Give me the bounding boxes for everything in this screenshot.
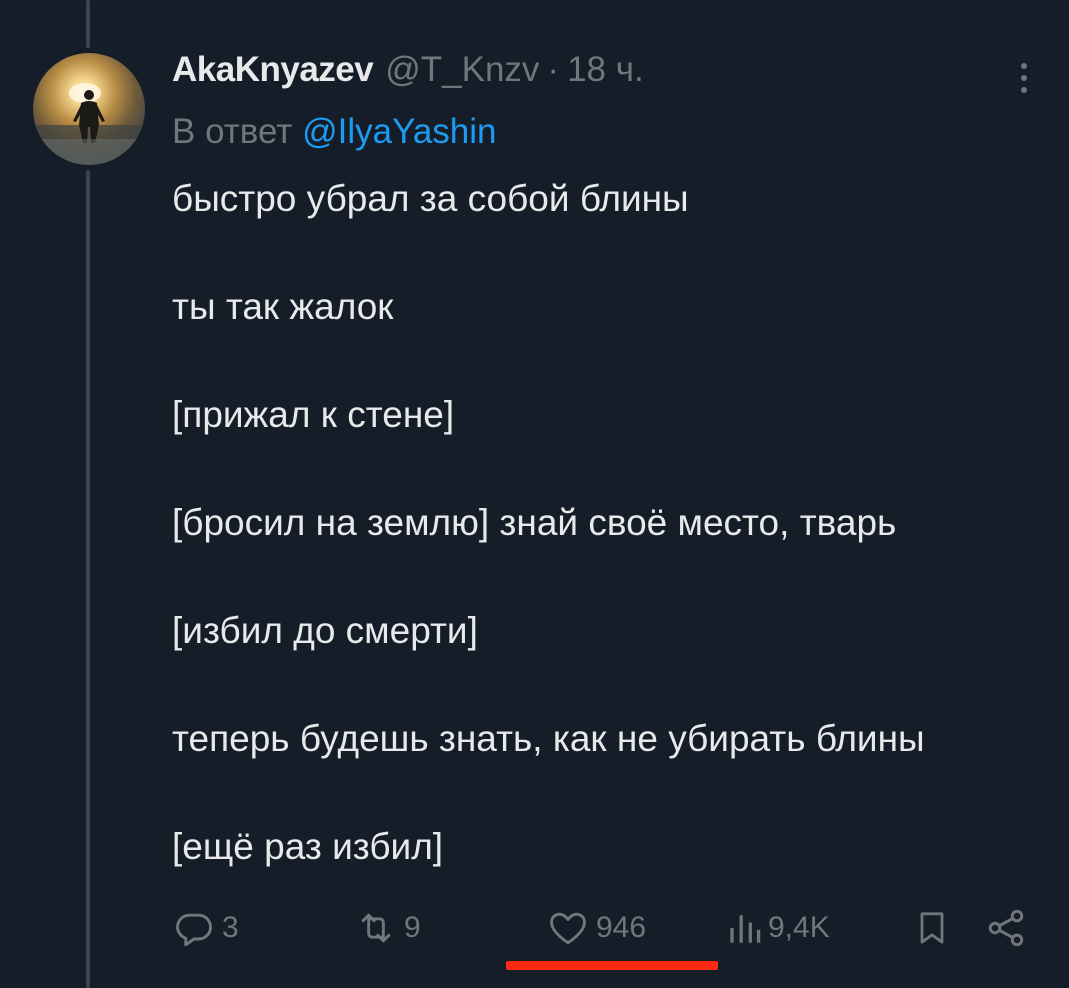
thread-line-bottom [86,170,90,988]
thread-line-top [86,0,90,48]
tweet-text-line: [бросил на землю] знай своё место, тварь [172,502,897,543]
retweet-icon [361,913,391,943]
like-count: 946 [596,911,647,944]
tweet-timestamp[interactable]: 18 ч. [567,50,644,90]
red-underline-annotation [506,961,718,970]
tweet-text-line: [ещё раз избил] [172,826,444,867]
heart-icon [550,912,586,945]
avatar[interactable] [33,53,145,165]
views-bar-chart-icon [730,915,761,943]
tweet-text-line: ты так жалок [172,286,394,327]
retweet-button[interactable]: 9 [354,906,421,950]
tweet-text-line: [прижал к стене] [172,394,455,435]
more-vertical-icon-dot [1021,87,1027,93]
share-icon [988,909,1024,947]
reply-count: 3 [222,911,239,944]
bookmark-button[interactable] [912,906,952,950]
share-button[interactable] [984,906,1028,950]
more-vertical-icon [1021,63,1027,69]
like-button[interactable]: 946 [546,906,646,950]
tweet-text-line: теперь будешь знать, как не убирать блин… [172,718,925,759]
header-separator: · [547,50,560,89]
reply-to-prefix: В ответ [172,112,293,151]
views-button[interactable]: 9,4K [728,906,830,950]
retweet-count: 9 [404,911,421,944]
tweet-text-line: быстро убрал за собой блины [172,178,689,219]
tweet-action-bar: 3 9 946 9,4K [172,906,1032,956]
more-vertical-icon-dot [1021,75,1027,81]
author-display-name[interactable]: AkaKnyazev [172,50,374,90]
reply-to-mention-link[interactable]: @IlyaYashin [302,112,496,151]
tweet-header: AkaKnyazev @T_Knzv · 18 ч. [172,50,644,98]
reply-button[interactable]: 3 [172,906,239,950]
reply-icon [176,913,212,947]
bookmark-icon [920,912,944,944]
views-count: 9,4K [768,911,830,944]
tweet-text-line: [избил до смерти] [172,610,478,651]
more-options-button[interactable] [1009,58,1039,98]
avatar-silhouette-image [33,83,145,165]
tweet-text: быстро убрал за собой блины ты так жалок… [172,172,1032,928]
reply-to-line: В ответ @IlyaYashin [172,112,497,152]
author-handle[interactable]: @T_Knzv [385,50,539,90]
